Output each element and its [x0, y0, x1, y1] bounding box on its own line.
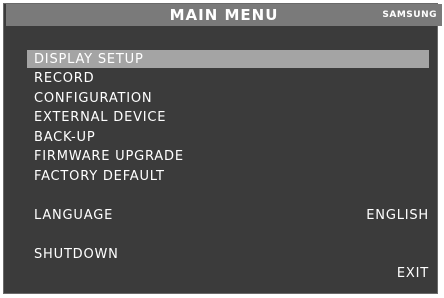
menu-item-record[interactable]: RECORD: [34, 69, 94, 88]
menu-item-back-up[interactable]: BACK-UP: [34, 128, 95, 147]
menu-item-firmware-upgrade[interactable]: FIRMWARE UPGRADE: [34, 147, 184, 166]
brand-logo: SAMSUNG: [382, 10, 437, 20]
title-bar: MAIN MENU SAMSUNG: [6, 4, 442, 26]
menu-item-external-device[interactable]: EXTERNAL DEVICE: [34, 108, 166, 127]
menu-item-configuration[interactable]: CONFIGURATION: [34, 89, 152, 108]
menu-item-display-setup[interactable]: DISPLAY SETUP: [34, 50, 144, 69]
exit-button[interactable]: EXIT: [397, 264, 429, 283]
menu-item-shutdown[interactable]: SHUTDOWN: [34, 245, 119, 264]
language-value[interactable]: ENGLISH: [366, 206, 429, 225]
menu-item-factory-default[interactable]: FACTORY DEFAULT: [34, 167, 165, 186]
page-title: MAIN MENU: [169, 6, 279, 24]
language-label[interactable]: LANGUAGE: [34, 206, 113, 225]
